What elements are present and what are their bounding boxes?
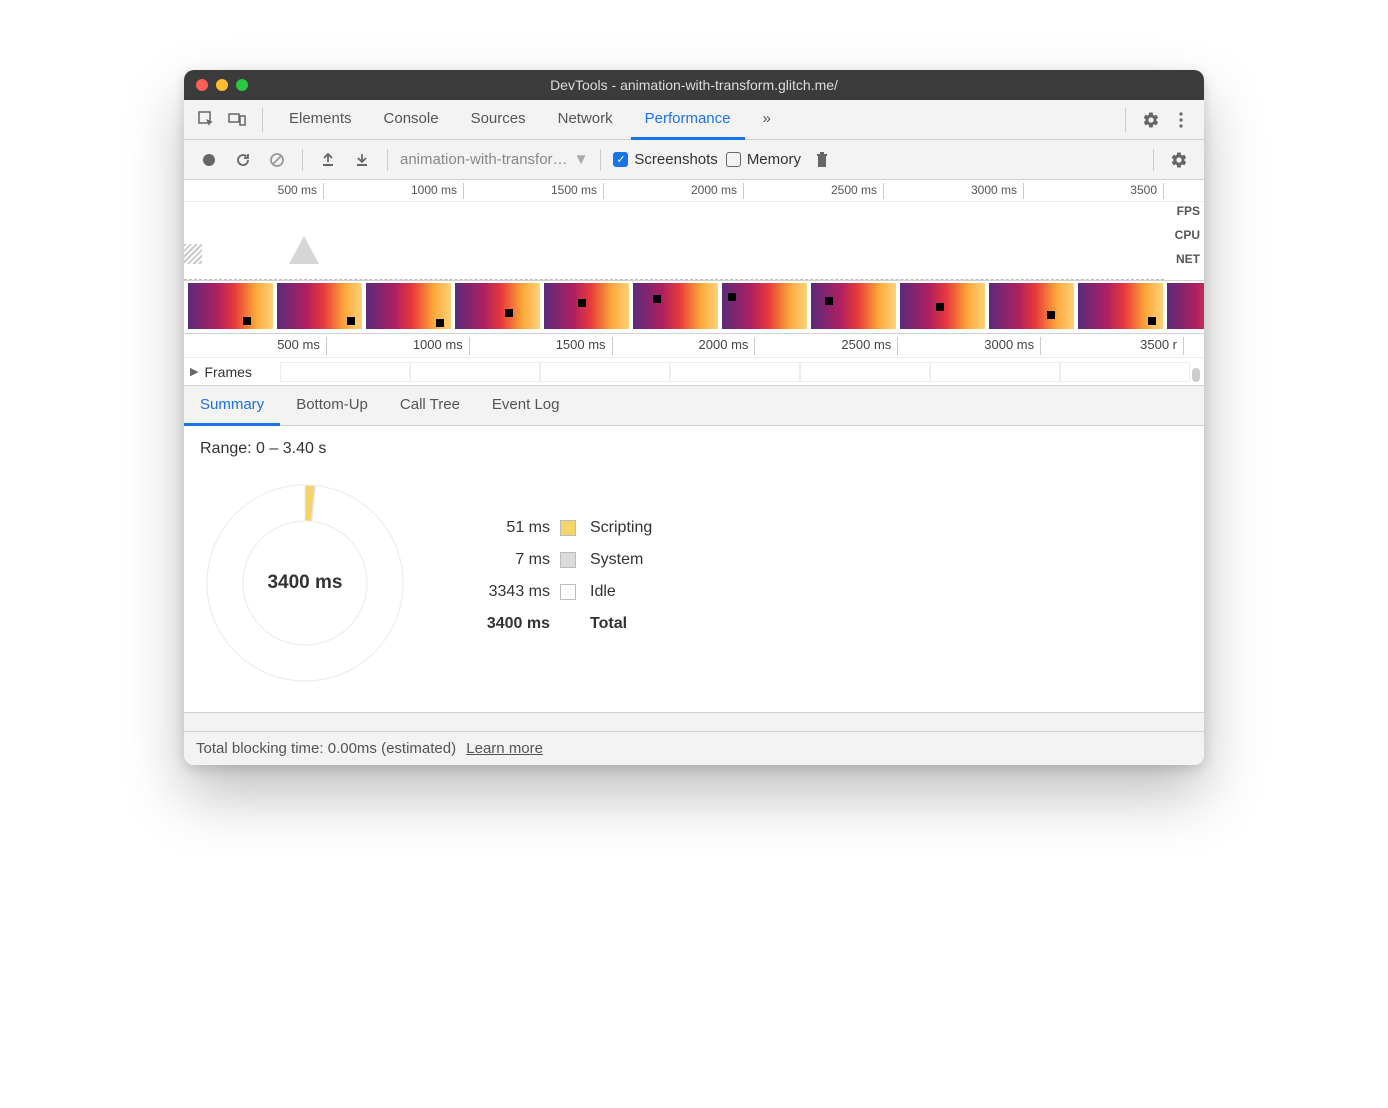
blocking-time-label: Total blocking time: 0.00ms (estimated) bbox=[196, 740, 456, 757]
load-profile-button[interactable] bbox=[315, 147, 341, 173]
cpu-track-label: CPU bbox=[1175, 228, 1200, 242]
device-toggle-icon[interactable] bbox=[224, 107, 250, 133]
tabs-overflow-button[interactable]: » bbox=[749, 100, 785, 140]
screenshot-thumbnail[interactable] bbox=[1078, 283, 1163, 329]
capture-settings-icon[interactable] bbox=[1166, 147, 1192, 173]
settings-icon[interactable] bbox=[1138, 107, 1164, 133]
summary-panel: Range: 0 – 3.40 s 3400 ms 51 ms Scriptin… bbox=[184, 426, 1204, 712]
ruler-tick: 3500 r bbox=[184, 337, 1184, 355]
overview-tracks: FPS CPU NET bbox=[184, 202, 1204, 280]
summary-legend: 51 ms Scripting 7 ms System 3343 ms Idle… bbox=[460, 519, 652, 647]
frames-track[interactable]: ▶ Frames bbox=[184, 358, 1204, 386]
legend-value-total: 3400 ms bbox=[460, 615, 550, 633]
swatch-scripting bbox=[560, 520, 576, 536]
overview-timeline[interactable]: 500 ms1000 ms1500 ms2000 ms2500 ms3000 m… bbox=[184, 180, 1204, 281]
legend-value-scripting: 51 ms bbox=[460, 519, 550, 537]
screenshot-thumbnail[interactable] bbox=[722, 283, 807, 329]
reload-record-button[interactable] bbox=[230, 147, 256, 173]
checkbox-unchecked-icon bbox=[726, 152, 741, 167]
tab-sources[interactable]: Sources bbox=[457, 100, 540, 140]
flamechart-ruler[interactable]: 500 ms1000 ms1500 ms2000 ms2500 ms3000 m… bbox=[184, 334, 1204, 358]
screenshots-checkbox[interactable]: ✓ Screenshots bbox=[613, 151, 717, 168]
recording-select[interactable]: animation-with-transfor… ▼ bbox=[400, 151, 588, 168]
frame-segments bbox=[280, 362, 1190, 382]
tab-network[interactable]: Network bbox=[544, 100, 627, 140]
detail-tab-summary[interactable]: Summary bbox=[184, 386, 280, 426]
titlebar: DevTools - animation-with-transform.glit… bbox=[184, 70, 1204, 100]
tab-console[interactable]: Console bbox=[370, 100, 453, 140]
frames-track-label: Frames bbox=[204, 364, 251, 380]
screenshot-thumbnail[interactable] bbox=[455, 283, 540, 329]
collect-garbage-button[interactable] bbox=[809, 147, 835, 173]
learn-more-link[interactable]: Learn more bbox=[466, 740, 543, 757]
screenshot-thumbnail[interactable] bbox=[811, 283, 896, 329]
legend-value-idle: 3343 ms bbox=[460, 583, 550, 601]
close-window-button[interactable] bbox=[196, 79, 208, 91]
save-profile-button[interactable] bbox=[349, 147, 375, 173]
swatch-system bbox=[560, 552, 576, 568]
legend-label-scripting: Scripting bbox=[590, 519, 652, 537]
main-toolbar: Elements Console Sources Network Perform… bbox=[184, 100, 1204, 140]
fps-track-label: FPS bbox=[1175, 204, 1200, 218]
performance-toolbar: animation-with-transfor… ▼ ✓ Screenshots… bbox=[184, 140, 1204, 180]
disclosure-triangle-icon[interactable]: ▶ bbox=[190, 365, 198, 378]
chevron-down-icon: ▼ bbox=[574, 151, 589, 168]
net-track-label: NET bbox=[1175, 252, 1200, 266]
clear-button[interactable] bbox=[264, 147, 290, 173]
kebab-menu-icon[interactable] bbox=[1168, 107, 1194, 133]
devtools-window: DevTools - animation-with-transform.glit… bbox=[184, 70, 1204, 765]
detail-tab-event-log[interactable]: Event Log bbox=[476, 386, 576, 426]
detail-tab-call-tree[interactable]: Call Tree bbox=[384, 386, 476, 426]
memory-checkbox[interactable]: Memory bbox=[726, 151, 801, 168]
tab-elements[interactable]: Elements bbox=[275, 100, 366, 140]
record-button[interactable] bbox=[196, 147, 222, 173]
vertical-scroll-thumb[interactable] bbox=[1192, 368, 1200, 382]
legend-label-system: System bbox=[590, 551, 652, 569]
screenshot-thumbnail[interactable] bbox=[633, 283, 718, 329]
detail-tabs: Summary Bottom-Up Call Tree Event Log bbox=[184, 386, 1204, 426]
window-title: DevTools - animation-with-transform.glit… bbox=[184, 77, 1204, 93]
fullscreen-window-button[interactable] bbox=[236, 79, 248, 91]
legend-label-total: Total bbox=[590, 615, 652, 633]
tab-performance[interactable]: Performance bbox=[631, 100, 745, 140]
screenshot-thumbnail[interactable] bbox=[900, 283, 985, 329]
screenshot-thumbnail[interactable] bbox=[366, 283, 451, 329]
detail-tab-bottom-up[interactable]: Bottom-Up bbox=[280, 386, 384, 426]
swatch-idle bbox=[560, 584, 576, 600]
screenshot-thumbnail[interactable] bbox=[544, 283, 629, 329]
donut-center-value: 3400 ms bbox=[200, 478, 410, 688]
screenshot-filmstrip[interactable] bbox=[184, 281, 1204, 334]
footer-bar: Total blocking time: 0.00ms (estimated) … bbox=[184, 732, 1204, 765]
checkbox-checked-icon: ✓ bbox=[613, 152, 628, 167]
ruler-tick: 3500 bbox=[184, 183, 1164, 199]
screenshot-thumbnail[interactable] bbox=[989, 283, 1074, 329]
panel-resizer[interactable] bbox=[184, 712, 1204, 732]
legend-value-system: 7 ms bbox=[460, 551, 550, 569]
overview-ruler: 500 ms1000 ms1500 ms2000 ms2500 ms3000 m… bbox=[184, 180, 1204, 202]
minimize-window-button[interactable] bbox=[216, 79, 228, 91]
screenshot-thumbnail[interactable] bbox=[277, 283, 362, 329]
screenshot-thumbnail[interactable] bbox=[1167, 283, 1204, 329]
range-label: Range: 0 – 3.40 s bbox=[200, 440, 1188, 458]
inspect-icon[interactable] bbox=[194, 107, 220, 133]
legend-label-idle: Idle bbox=[590, 583, 652, 601]
screenshot-thumbnail[interactable] bbox=[188, 283, 273, 329]
summary-donut-chart: 3400 ms bbox=[200, 478, 410, 688]
cpu-activity-marker bbox=[289, 236, 319, 264]
